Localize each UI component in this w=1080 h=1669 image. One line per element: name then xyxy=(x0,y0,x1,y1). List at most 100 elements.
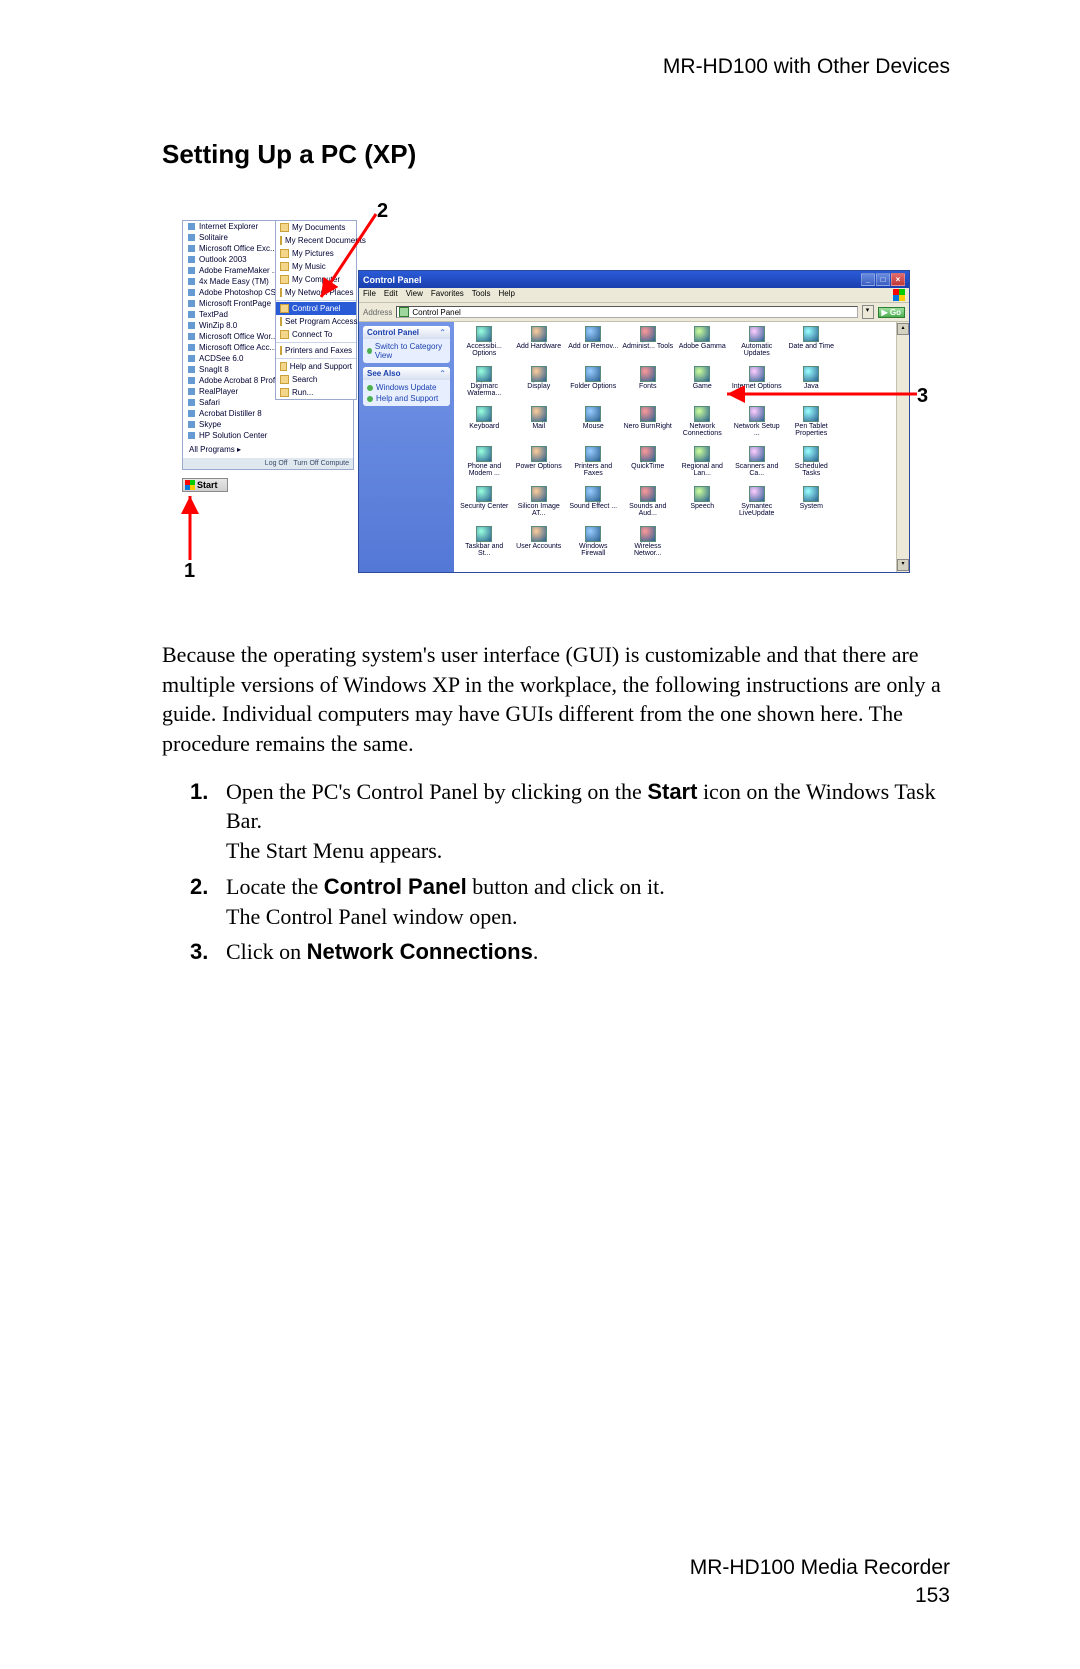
cp-item[interactable]: Network Setup ... xyxy=(731,406,784,444)
start-menu-item[interactable]: My Network Places xyxy=(276,286,356,299)
start-menu-item[interactable]: Run... xyxy=(276,386,356,399)
cp-item[interactable]: Mail xyxy=(513,406,566,444)
menu-help[interactable]: Help xyxy=(498,289,514,301)
cp-item[interactable]: Automatic Updates xyxy=(731,326,784,364)
cp-item[interactable]: Windows Firewall xyxy=(567,526,620,564)
menu-tools[interactable]: Tools xyxy=(472,289,491,301)
cp-item[interactable]: Security Center xyxy=(458,486,511,524)
cp-item[interactable]: Fonts xyxy=(622,366,675,404)
start-menu-item[interactable]: Connect To xyxy=(276,328,356,341)
see-also-link[interactable]: Windows Update xyxy=(367,382,446,393)
start-menu-right[interactable]: My DocumentsMy Recent DocumentsMy Pictur… xyxy=(275,220,357,400)
logoff-button[interactable]: Log Off xyxy=(265,460,288,467)
cp-item[interactable]: Mouse xyxy=(567,406,620,444)
cp-item[interactable]: Scheduled Tasks xyxy=(785,446,838,484)
window-title: Control Panel xyxy=(363,275,422,285)
start-footer[interactable]: Log Off Turn Off Compute xyxy=(183,458,353,469)
start-menu-item[interactable]: My Computer xyxy=(276,273,356,286)
chevron-icon[interactable]: ⌃ xyxy=(439,328,446,337)
cp-icon xyxy=(640,366,656,382)
menu-file[interactable]: File xyxy=(363,289,376,301)
cp-item[interactable]: Date and Time xyxy=(785,326,838,364)
cp-item[interactable]: Symantec LiveUpdate xyxy=(731,486,784,524)
cp-item[interactable]: Scanners and Ca... xyxy=(731,446,784,484)
cp-empty xyxy=(840,446,893,484)
cp-item[interactable]: Wireless Networ... xyxy=(622,526,675,564)
footer-product: MR-HD100 Media Recorder xyxy=(690,1554,950,1581)
cp-item[interactable]: Internet Options xyxy=(731,366,784,404)
cp-item[interactable]: Regional and Lan... xyxy=(676,446,729,484)
cp-item[interactable]: Digimarc Waterma... xyxy=(458,366,511,404)
app-icon xyxy=(187,420,196,429)
app-icon xyxy=(187,332,196,341)
maximize-button[interactable]: □ xyxy=(876,273,890,286)
start-button[interactable]: Start xyxy=(182,478,228,492)
cp-item[interactable]: QuickTime xyxy=(622,446,675,484)
start-menu-item[interactable]: My Pictures xyxy=(276,247,356,260)
cp-item[interactable]: Sound Effect ... xyxy=(567,486,620,524)
start-menu-item[interactable]: Acrobat Distiller 8 xyxy=(183,408,353,419)
cp-item[interactable]: Folder Options xyxy=(567,366,620,404)
cp-item[interactable]: Add Hardware xyxy=(513,326,566,364)
menu-view[interactable]: View xyxy=(406,289,423,301)
folder-icon xyxy=(280,375,289,384)
turnoff-button[interactable]: Turn Off Compute xyxy=(293,460,349,467)
start-menu-item[interactable]: My Documents xyxy=(276,221,356,234)
cp-icon xyxy=(749,366,765,382)
start-menu-item[interactable]: Search xyxy=(276,373,356,386)
cp-item[interactable]: Administ... Tools xyxy=(622,326,675,364)
start-menu-item[interactable]: My Recent Documents xyxy=(276,234,356,247)
start-menu-item[interactable]: Set Program Access and Defaults xyxy=(276,315,356,328)
cp-item-network-connections[interactable]: Network Connections xyxy=(676,406,729,444)
windows-flag-icon xyxy=(185,480,195,490)
all-programs[interactable]: All Programs ▸ xyxy=(183,441,353,458)
folder-icon xyxy=(280,317,282,326)
cp-item[interactable]: Pen Tablet Properties xyxy=(785,406,838,444)
menu-edit[interactable]: Edit xyxy=(384,289,398,301)
cp-item[interactable]: Adobe Gamma xyxy=(676,326,729,364)
cp-item[interactable]: User Accounts xyxy=(513,526,566,564)
scroll-up-button[interactable]: ▴ xyxy=(897,323,909,335)
titlebar[interactable]: Control Panel _ □ × xyxy=(359,271,909,288)
folder-icon xyxy=(280,223,289,232)
cp-item[interactable]: Accessibi... Options xyxy=(458,326,511,364)
menu-favorites[interactable]: Favorites xyxy=(431,289,464,301)
switch-category-view-link[interactable]: Switch to Category View xyxy=(367,341,446,361)
address-value: Control Panel xyxy=(412,308,460,317)
cp-item[interactable]: Java xyxy=(785,366,838,404)
cp-item[interactable]: Nero BurnRight xyxy=(622,406,675,444)
cp-item[interactable]: Phone and Modem ... xyxy=(458,446,511,484)
cp-item[interactable]: Printers and Faxes xyxy=(567,446,620,484)
minimize-button[interactable]: _ xyxy=(861,273,875,286)
close-button[interactable]: × xyxy=(891,273,905,286)
start-menu-item[interactable]: Skype xyxy=(183,419,353,430)
address-dropdown-button[interactable]: ▾ xyxy=(862,305,874,319)
start-menu-item[interactable]: HP Solution Center xyxy=(183,430,353,441)
cp-icon xyxy=(476,486,492,502)
see-also-link[interactable]: Help and Support xyxy=(367,393,446,404)
go-button[interactable]: ▶ Go xyxy=(878,307,905,318)
start-menu-item-control-panel[interactable]: Control Panel xyxy=(276,302,356,315)
cp-item[interactable]: Keyboard xyxy=(458,406,511,444)
vertical-scrollbar[interactable]: ▴ ▾ xyxy=(896,322,909,572)
address-bar[interactable]: Address Control Panel ▾ ▶ Go xyxy=(359,303,909,322)
start-menu-item[interactable]: Printers and Faxes xyxy=(276,344,356,357)
cp-item[interactable]: System xyxy=(785,486,838,524)
cp-item[interactable]: Display xyxy=(513,366,566,404)
cp-icon xyxy=(531,406,547,422)
cp-item[interactable]: Taskbar and St... xyxy=(458,526,511,564)
cp-item[interactable]: Add or Remov... xyxy=(567,326,620,364)
cp-item[interactable]: Game xyxy=(676,366,729,404)
address-field[interactable]: Control Panel xyxy=(396,306,857,318)
chevron-icon[interactable]: ⌃ xyxy=(439,369,446,378)
menubar[interactable]: File Edit View Favorites Tools Help xyxy=(359,288,909,303)
cp-icon xyxy=(531,486,547,502)
cp-item[interactable]: Silicon Image AT... xyxy=(513,486,566,524)
cp-item[interactable]: Sounds and Aud... xyxy=(622,486,675,524)
cp-item[interactable]: Power Options xyxy=(513,446,566,484)
start-menu-item[interactable]: My Music xyxy=(276,260,356,273)
scroll-down-button[interactable]: ▾ xyxy=(897,559,909,571)
app-icon xyxy=(187,376,196,385)
start-menu-item[interactable]: Help and Support xyxy=(276,360,356,373)
cp-item[interactable]: Speech xyxy=(676,486,729,524)
